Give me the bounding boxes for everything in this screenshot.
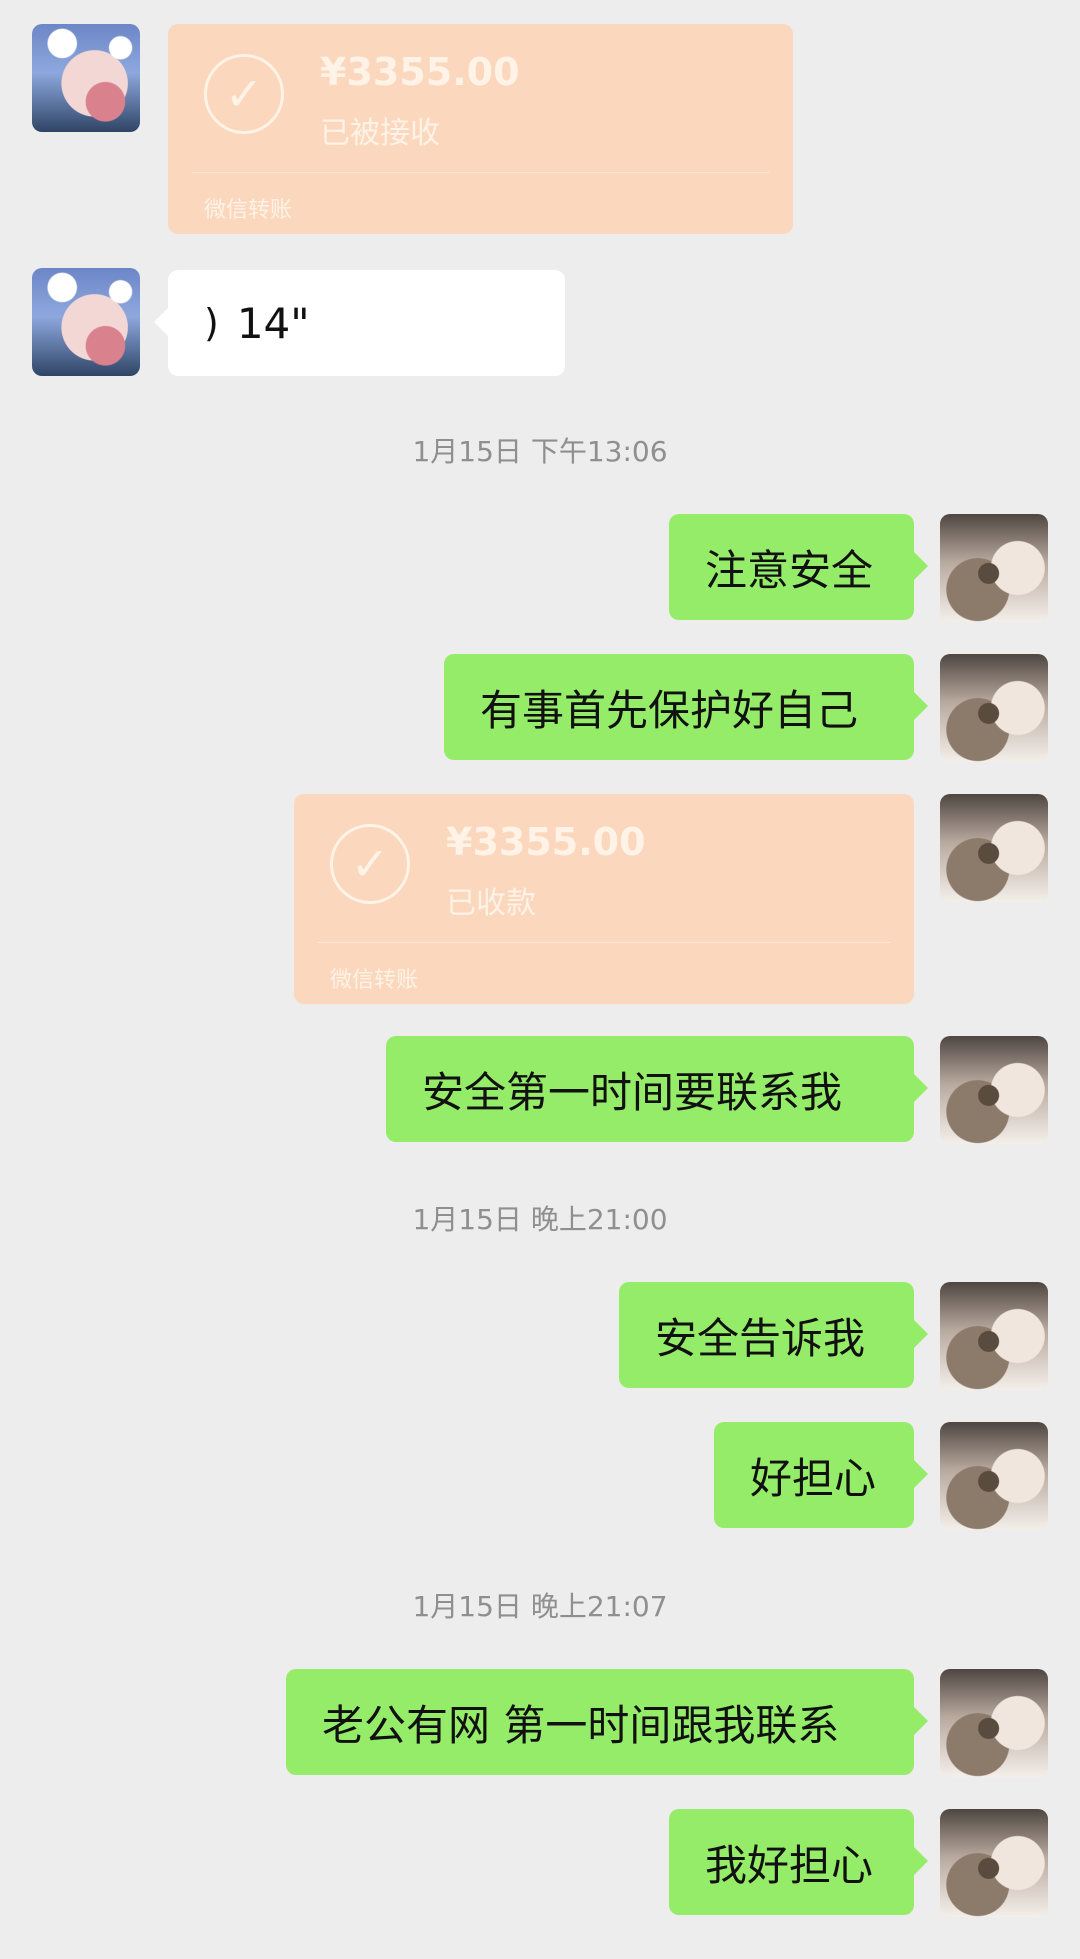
self-avatar[interactable] bbox=[940, 1669, 1048, 1777]
message-row-transfer-received: ✓ ¥3355.00 已被接收 微信转账 bbox=[0, 24, 1080, 234]
message-row-outgoing: 注意安全 bbox=[0, 514, 1080, 622]
text-message-bubble[interactable]: 安全第一时间要联系我 bbox=[386, 1036, 928, 1142]
divider bbox=[318, 942, 890, 943]
transfer-amount: ¥3355.00 bbox=[446, 820, 646, 864]
self-avatar[interactable] bbox=[940, 1036, 1048, 1144]
transfer-card[interactable]: ✓ ¥3355.00 已收款 微信转账 bbox=[294, 794, 914, 1004]
message-row-transfer-accepted: ✓ ¥3355.00 已收款 微信转账 bbox=[0, 794, 1080, 1004]
message-row-outgoing: 有事首先保护好自己 bbox=[0, 654, 1080, 762]
message-row-voice: ) 14" bbox=[0, 268, 1080, 376]
message-row-outgoing: 好担心 bbox=[0, 1422, 1080, 1530]
text-message-bubble[interactable]: 注意安全 bbox=[669, 514, 928, 620]
transfer-status: 已收款 bbox=[446, 886, 536, 921]
message-row-outgoing: 安全第一时间要联系我 bbox=[0, 1036, 1080, 1144]
message-row-outgoing: 安全告诉我 bbox=[0, 1282, 1080, 1390]
text-message-bubble[interactable]: 我好担心 bbox=[669, 1809, 928, 1915]
checkmark-icon: ✓ bbox=[204, 54, 284, 134]
text-message-bubble[interactable]: 老公有网 第一时间跟我联系 bbox=[286, 1669, 928, 1775]
transfer-amount: ¥3355.00 bbox=[320, 50, 520, 94]
self-avatar[interactable] bbox=[940, 1422, 1048, 1530]
divider bbox=[192, 172, 769, 173]
timestamp: 1月15日 晚上21:07 bbox=[412, 1590, 668, 1623]
transfer-footer: 微信转账 bbox=[204, 198, 293, 223]
timestamp: 1月15日 下午13:06 bbox=[412, 435, 668, 468]
text-message-bubble[interactable]: 安全告诉我 bbox=[619, 1282, 928, 1388]
voice-message-bubble[interactable]: ) 14" bbox=[154, 270, 565, 376]
message-row-outgoing: 老公有网 第一时间跟我联系 bbox=[0, 1669, 1080, 1777]
self-avatar[interactable] bbox=[940, 1282, 1048, 1390]
self-avatar[interactable] bbox=[940, 1809, 1048, 1917]
self-avatar[interactable] bbox=[940, 514, 1048, 622]
contact-avatar[interactable] bbox=[32, 268, 140, 376]
timestamp: 1月15日 晚上21:00 bbox=[412, 1203, 668, 1236]
voice-duration: 14" bbox=[236, 298, 310, 348]
text-message-bubble[interactable]: 有事首先保护好自己 bbox=[444, 654, 928, 760]
contact-avatar[interactable] bbox=[32, 24, 140, 132]
voice-icon: ) bbox=[204, 301, 219, 345]
transfer-footer: 微信转账 bbox=[330, 968, 419, 993]
self-avatar[interactable] bbox=[940, 654, 1048, 762]
checkmark-icon: ✓ bbox=[330, 824, 410, 904]
text-message-bubble[interactable]: 好担心 bbox=[714, 1422, 928, 1528]
message-row-outgoing: 我好担心 bbox=[0, 1809, 1080, 1917]
transfer-status: 已被接收 bbox=[320, 116, 440, 151]
transfer-card[interactable]: ✓ ¥3355.00 已被接收 微信转账 bbox=[168, 24, 793, 234]
self-avatar[interactable] bbox=[940, 794, 1048, 902]
